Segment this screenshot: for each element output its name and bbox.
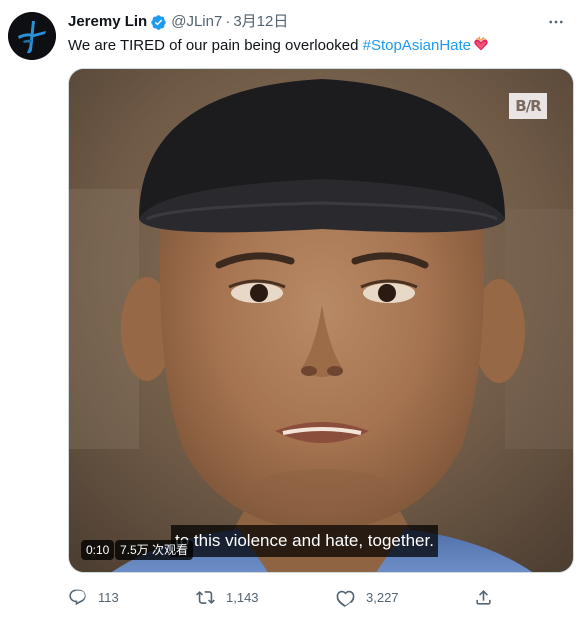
share-button[interactable]: [466, 582, 500, 612]
video-duration: 0:10: [81, 540, 115, 560]
retweet-button[interactable]: 1,143: [188, 582, 259, 612]
heart-on-fire-icon: [473, 36, 489, 52]
author-handle[interactable]: @JLin7: [171, 12, 222, 32]
tweet[interactable]: Jeremy Lin @JLin7 · 3月12日 We are TIRED o…: [0, 0, 580, 618]
share-icon: [466, 582, 500, 612]
reply-count: 113: [98, 589, 119, 605]
more-options-icon[interactable]: [544, 10, 568, 34]
jlin-logo-icon: [8, 12, 56, 60]
author-name[interactable]: Jeremy Lin: [68, 12, 147, 32]
retweet-count: 1,143: [226, 589, 259, 605]
video-player[interactable]: B/R to this violence and hate, together.…: [68, 68, 574, 573]
retweet-icon: [188, 582, 222, 612]
watermark-logo: B/R: [509, 93, 547, 119]
reply-button[interactable]: 113: [60, 582, 119, 612]
like-button[interactable]: 3,227: [328, 582, 399, 612]
tweet-date[interactable]: 3月12日: [233, 12, 288, 32]
hashtag-link[interactable]: #StopAsianHate: [363, 37, 471, 54]
verified-badge-icon: [150, 14, 167, 31]
avatar[interactable]: [8, 12, 56, 60]
tweet-header: Jeremy Lin @JLin7 · 3月12日: [68, 12, 288, 32]
reply-icon: [60, 582, 94, 612]
like-count: 3,227: [366, 589, 399, 605]
action-bar: 113 1,143 3,227: [60, 582, 508, 612]
video-frame: [69, 69, 573, 572]
video-view-count: 7.5万 次观看: [115, 540, 194, 560]
tweet-text: We are TIRED of our pain being overlooke…: [68, 36, 568, 56]
like-icon: [328, 582, 362, 612]
separator-dot: ·: [225, 13, 231, 30]
video-subtitle: to this violence and hate, together.: [171, 525, 438, 557]
tweet-text-body: We are TIRED of our pain being overlooke…: [68, 37, 363, 54]
